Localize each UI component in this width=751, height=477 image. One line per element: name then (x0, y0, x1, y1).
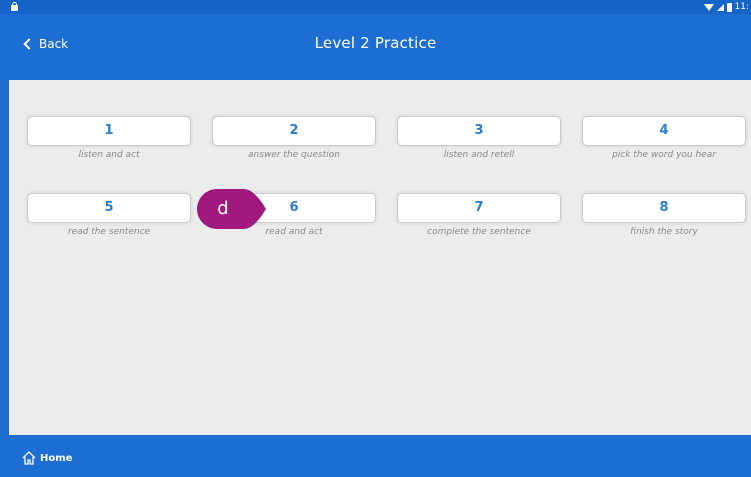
exercise-number: 4 (659, 123, 669, 138)
status-time: 11: (734, 2, 749, 12)
status-bar: 11: (0, 0, 751, 14)
exercise-caption: listen and act (78, 150, 140, 160)
page-title: Level 2 Practice (314, 34, 437, 52)
exercise-button-8[interactable]: 8 (582, 193, 746, 223)
home-icon (22, 451, 36, 465)
exercise-number: 1 (104, 123, 114, 138)
exercise-button-1[interactable]: 1 (27, 116, 191, 146)
bottom-bar: Home (0, 435, 751, 477)
home-button[interactable]: Home (21, 450, 72, 466)
exercise-button-3[interactable]: 3 (397, 116, 561, 146)
pointer-marker-shape (197, 189, 266, 229)
exercise-caption: answer the question (248, 150, 340, 160)
exercise-caption: complete the sentence (427, 227, 531, 237)
lock-icon (11, 2, 18, 11)
exercise-button-2[interactable]: 2 (212, 116, 376, 146)
exercise-caption: read the sentence (67, 227, 151, 237)
exercise-caption: listen and retell (443, 150, 515, 160)
wifi-icon (703, 3, 714, 11)
exercise-number: 8 (659, 200, 669, 215)
app-bar: Back Level 2 Practice (0, 14, 751, 80)
exercise-button-7[interactable]: 7 (397, 193, 561, 223)
exercise-number: 5 (104, 200, 114, 215)
battery-icon (726, 2, 732, 12)
pointer-marker-label: d (217, 198, 228, 219)
exercise-caption: pick the word you hear (612, 150, 716, 160)
exercise-button-4[interactable]: 4 (582, 116, 746, 146)
home-label: Home (40, 452, 73, 464)
pointer-marker: d (197, 189, 266, 229)
exercise-button-5[interactable]: 5 (27, 193, 191, 223)
exercise-number: 7 (474, 200, 484, 215)
exercise-number: 2 (289, 123, 299, 138)
exercise-number: 3 (474, 123, 484, 138)
exercise-grid: 1 listen and act 2 answer the question 3… (9, 80, 751, 435)
signal-icon (716, 3, 724, 11)
exercise-caption: finish the story (630, 227, 698, 237)
